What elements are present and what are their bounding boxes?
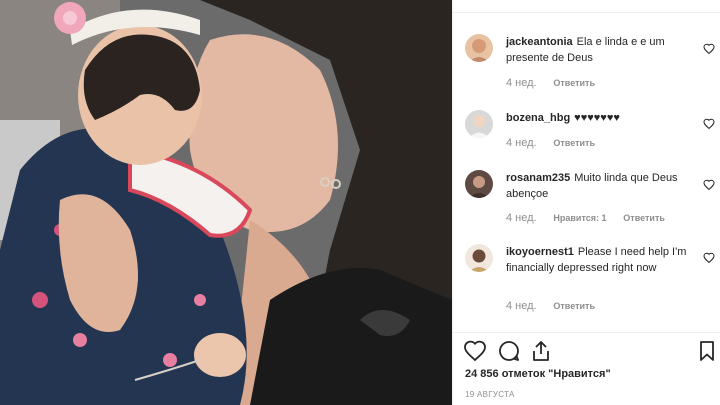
comment-username[interactable]: rosanam235 xyxy=(506,172,570,184)
heart-icon[interactable] xyxy=(703,252,715,264)
avatar[interactable] xyxy=(465,34,493,62)
photo-illustration xyxy=(0,0,452,405)
comment-time[interactable]: 4 нед. xyxy=(506,300,537,312)
comment-text-block: bozena_hbg ♥♥♥♥♥♥♥ xyxy=(506,110,694,126)
comment-text-block: jackeantonia Ela e linda e e um presente … xyxy=(506,34,694,66)
comment-meta: 4 нед. Ответить xyxy=(506,77,609,89)
reply-button[interactable]: Ответить xyxy=(553,78,595,88)
avatar-image xyxy=(465,170,493,198)
comment-meta: 4 нед. Нравится: 1 Ответить xyxy=(506,212,679,224)
heart-icon[interactable] xyxy=(703,118,715,130)
comment-likes[interactable]: Нравится: 1 xyxy=(553,213,606,223)
likes-count[interactable]: 24 856 отметок "Нравится" xyxy=(465,368,611,380)
share-icon[interactable] xyxy=(529,339,553,363)
reply-button[interactable]: Ответить xyxy=(553,301,595,311)
comment-username[interactable]: bozena_hbg xyxy=(506,112,570,124)
comment-text-block: rosanam235 Muito linda que Deus abençoe xyxy=(506,170,694,202)
bookmark-icon[interactable] xyxy=(695,339,719,363)
comment-username[interactable]: jackeantonia xyxy=(506,36,573,48)
reply-button[interactable]: Ответить xyxy=(623,213,665,223)
avatar[interactable] xyxy=(465,244,493,272)
comments-panel: jackeantonia Ela e linda e e um presente … xyxy=(452,0,720,405)
comment-text: ♥♥♥♥♥♥♥ xyxy=(574,112,620,124)
comment-icon[interactable] xyxy=(497,339,521,363)
post-photo[interactable] xyxy=(0,0,452,405)
heart-icon[interactable] xyxy=(703,179,715,191)
avatar[interactable] xyxy=(465,170,493,198)
reply-button[interactable]: Ответить xyxy=(553,138,595,148)
comment-time[interactable]: 4 нед. xyxy=(506,137,537,149)
heart-icon[interactable] xyxy=(463,339,487,363)
avatar[interactable] xyxy=(465,110,493,138)
comment-meta: 4 нед. Ответить xyxy=(506,300,609,312)
comment-time[interactable]: 4 нед. xyxy=(506,212,537,224)
post-date: 19 АВГУСТА xyxy=(465,390,515,399)
heart-icon[interactable] xyxy=(703,43,715,55)
divider xyxy=(453,332,720,333)
divider xyxy=(453,12,720,13)
comment-meta: 4 нед. Ответить xyxy=(506,137,609,149)
avatar-image xyxy=(465,34,493,62)
comment-text-block: ikoyoernest1 Please I need help I'm finan… xyxy=(506,244,694,276)
avatar-image xyxy=(465,244,493,272)
comment-username[interactable]: ikoyoernest1 xyxy=(506,246,574,258)
comment-time[interactable]: 4 нед. xyxy=(506,77,537,89)
avatar-image xyxy=(465,110,493,138)
